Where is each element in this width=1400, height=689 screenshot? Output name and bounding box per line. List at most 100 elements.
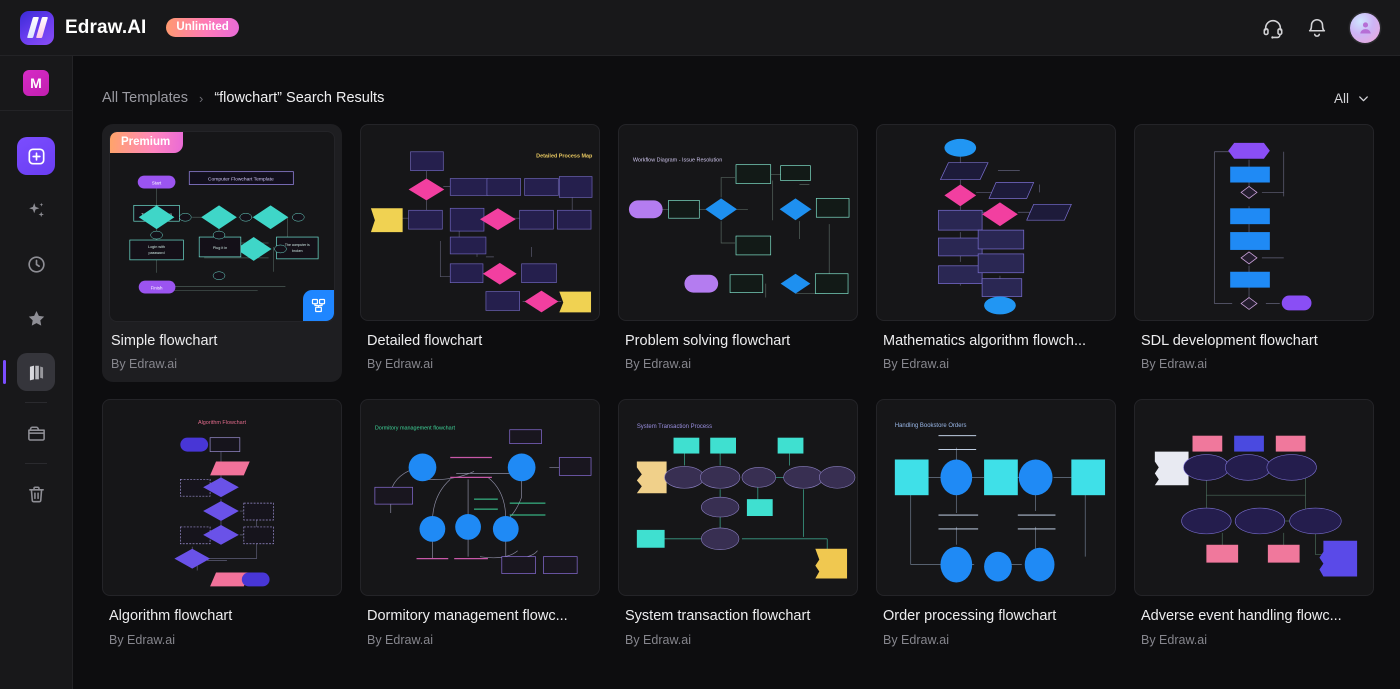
template-card[interactable]: Algorithm Flowchart Algorithm flowchart … — [102, 399, 342, 647]
template-thumbnail: Premium Computer Flowchart Template Star… — [109, 131, 335, 322]
template-card[interactable]: System Transaction Process System transa… — [618, 399, 858, 647]
template-card[interactable]: Dormitory management flowchart Dormitory… — [360, 399, 600, 647]
breadcrumb-current: “flowchart” Search Results — [214, 90, 385, 106]
template-thumbnail: Dormitory management flowchart — [360, 399, 600, 597]
template-card[interactable]: Workflow Diagram - Issue Resolution Prob… — [618, 124, 858, 382]
template-title: Problem solving flowchart — [625, 333, 791, 349]
template-author: By Edraw.ai — [111, 357, 178, 372]
top-bar-actions — [1262, 12, 1380, 43]
template-title: System transaction flowchart — [625, 608, 811, 625]
svg-text:Finish: Finish — [151, 286, 163, 291]
svg-text:Detailed Process Map: Detailed Process Map — [536, 154, 593, 160]
template-author: By Edraw.ai — [367, 632, 434, 647]
thumbnail-diagram-simple-flowchart: Computer Flowchart Template Start Turn c… — [129, 171, 319, 294]
svg-text:Handling Bookstore Orders: Handling Bookstore Orders — [895, 423, 967, 429]
svg-text:Computer Flowchart Template: Computer Flowchart Template — [208, 177, 274, 183]
template-title: Detailed flowchart — [367, 333, 483, 349]
breadcrumb-bar: All Templates › “flowchart” Search Resul… — [73, 74, 1400, 122]
template-author: By Edraw.ai — [883, 357, 950, 372]
sidebar-item-create-new[interactable] — [17, 137, 55, 175]
thumbnail-diagram-adverse-event-flowchart — [1154, 436, 1358, 577]
bell-icon[interactable] — [1306, 17, 1328, 39]
sidebar-item-ai-tools[interactable] — [17, 191, 55, 229]
thumbnail-diagram-system-transaction-flowchart: System Transaction Process — [636, 424, 856, 579]
headset-icon[interactable] — [1262, 17, 1284, 39]
svg-text:System Transaction Process: System Transaction Process — [637, 424, 712, 430]
svg-text:The computer is: The computer is — [285, 243, 310, 247]
avatar[interactable] — [1350, 12, 1380, 43]
sidebar: M — [0, 56, 73, 689]
premium-badge: Premium — [110, 132, 184, 153]
template-title: Simple flowchart — [111, 333, 218, 349]
trash-icon — [26, 484, 47, 505]
filter-label: All — [1333, 90, 1349, 106]
template-title: Mathematics algorithm flowch... — [883, 333, 1087, 349]
top-bar: Edraw.AI Unlimited — [0, 0, 1400, 56]
template-card[interactable]: Adverse event handling flowc... By Edraw… — [1134, 399, 1374, 647]
chevron-down-icon — [1356, 91, 1371, 106]
thumbnail-diagram-problem-solving-flowchart: Workflow Diagram - Issue Resolution — [628, 158, 850, 298]
filter-dropdown[interactable]: All — [1334, 91, 1371, 106]
star-icon — [26, 308, 47, 329]
template-author: By Edraw.ai — [1141, 357, 1208, 372]
brand-block[interactable]: Edraw.AI Unlimited — [20, 10, 239, 45]
thumbnail-diagram-detailed-flowchart: Detailed Process Map — [370, 151, 593, 313]
thumbnail-diagram-dormitory-flowchart: Dormitory management flowchart — [374, 426, 592, 575]
sidebar-separator-1 — [25, 402, 47, 403]
svg-text:Login with: Login with — [148, 245, 165, 249]
template-meta: Order processing flowchart By Edraw.ai — [883, 596, 1109, 646]
template-thumbnail — [1134, 124, 1374, 321]
template-author: By Edraw.ai — [625, 357, 692, 372]
template-title: SDL development flowchart — [1141, 333, 1318, 349]
template-card[interactable]: SDL development flowchart By Edraw.ai — [1134, 124, 1374, 382]
template-meta: Adverse event handling flowc... By Edraw… — [1141, 596, 1367, 646]
sidebar-item-favorites[interactable] — [17, 299, 55, 337]
main-content: All Templates › “flowchart” Search Resul… — [73, 56, 1400, 689]
svg-text:Plug it in: Plug it in — [213, 246, 227, 250]
template-meta: SDL development flowchart By Edraw.ai — [1141, 321, 1367, 371]
template-thumbnail: Algorithm Flowchart — [102, 399, 342, 597]
template-meta: Simple flowchart By Edraw.ai — [109, 322, 335, 371]
template-author: By Edraw.ai — [367, 357, 434, 372]
template-author: By Edraw.ai — [1141, 632, 1208, 647]
sidebar-item-templates[interactable] — [3, 353, 55, 391]
template-thumbnail: Handling Bookstore Orders — [876, 399, 1116, 597]
breadcrumb-separator-icon: › — [198, 90, 204, 106]
template-meta: System transaction flowchart By Edraw.ai — [625, 596, 851, 646]
template-title: Adverse event handling flowc... — [1141, 608, 1342, 625]
template-card[interactable]: Handling Bookstore Orders Order processi… — [876, 399, 1116, 647]
folder-icon — [26, 423, 47, 444]
template-thumbnail — [1134, 399, 1374, 597]
template-thumbnail: System Transaction Process — [618, 399, 858, 597]
template-meta: Algorithm flowchart By Edraw.ai — [109, 596, 335, 646]
plus-square-icon — [26, 146, 47, 167]
template-author: By Edraw.ai — [883, 632, 950, 647]
thumbnail-diagram-order-processing-flowchart: Handling Bookstore Orders — [894, 423, 1106, 583]
sidebar-separator-2 — [25, 463, 47, 464]
template-meta: Detailed flowchart By Edraw.ai — [367, 321, 593, 371]
sparkle-icon — [26, 200, 47, 221]
flowchart-type-icon — [303, 290, 334, 321]
edraw-logo-icon — [20, 10, 54, 45]
svg-text:Start: Start — [152, 181, 162, 186]
breadcrumb-all-templates[interactable]: All Templates — [102, 90, 188, 106]
sidebar-item-files[interactable] — [17, 414, 55, 452]
template-thumbnail: Workflow Diagram - Issue Resolution — [618, 124, 858, 321]
workspace-badge[interactable]: M — [23, 70, 49, 96]
template-meta: Dormitory management flowc... By Edraw.a… — [367, 596, 593, 646]
template-card[interactable]: Detailed Process Map Detailed flowchart … — [360, 124, 600, 382]
template-card[interactable]: Premium Computer Flowchart Template Star… — [102, 124, 342, 383]
template-card[interactable]: Mathematics algorithm flowch... By Edraw… — [876, 124, 1116, 382]
template-meta: Mathematics algorithm flowch... By Edraw… — [883, 321, 1109, 371]
template-author: By Edraw.ai — [625, 632, 692, 647]
template-thumbnail — [876, 124, 1116, 321]
svg-text:Algorithm Flowchart: Algorithm Flowchart — [198, 420, 247, 426]
svg-text:broken: broken — [292, 249, 303, 253]
template-title: Algorithm flowchart — [109, 608, 233, 625]
templates-icon — [26, 362, 47, 383]
thumbnail-diagram-math-algorithm-flowchart — [938, 138, 1072, 315]
sidebar-item-recent[interactable] — [17, 245, 55, 283]
thumbnail-diagram-sdl-flowchart — [1213, 142, 1312, 311]
svg-text:Workflow Diagram - Issue Resol: Workflow Diagram - Issue Resolution — [633, 158, 722, 164]
sidebar-item-trash[interactable] — [17, 475, 55, 513]
